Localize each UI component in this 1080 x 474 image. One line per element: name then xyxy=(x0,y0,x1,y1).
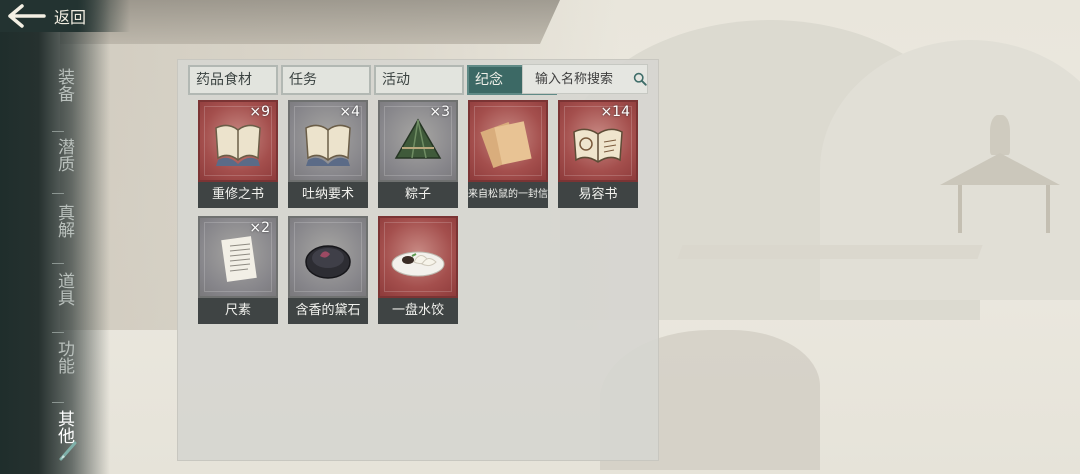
item-name: 尺素 xyxy=(198,298,278,324)
zongzi-icon xyxy=(394,118,442,159)
item-count: ×14 xyxy=(600,104,630,120)
item-slot-chisu-paper[interactable]: ×2 尺素 xyxy=(198,216,278,324)
item-name: 易容书 xyxy=(558,182,638,208)
sidebar-item-label: 真解 xyxy=(54,204,74,238)
tab-medicine-ingredients[interactable]: 药品食材 xyxy=(188,65,278,95)
sidebar-item-label: 功能 xyxy=(54,340,74,374)
item-slot-disguise-book[interactable]: ×14 易容书 xyxy=(558,100,638,208)
brush-icon xyxy=(59,441,77,461)
bridge xyxy=(677,245,983,259)
ink-stone-icon xyxy=(305,245,351,279)
pavilion xyxy=(940,115,1060,235)
sidebar-item-function[interactable]: 功能 xyxy=(42,340,86,374)
open-book-icon xyxy=(215,124,261,166)
back-arrow-icon xyxy=(8,4,46,28)
sidebar-item-other[interactable]: 其他 xyxy=(42,410,86,444)
tab-quest[interactable]: 任务 xyxy=(281,65,371,95)
item-icon-frame: ×2 xyxy=(198,216,278,298)
item-count: ×9 xyxy=(249,104,270,120)
roof xyxy=(60,0,560,44)
search-box xyxy=(522,64,648,94)
item-slot-fragrant-inkstone[interactable]: 含香的黛石 xyxy=(288,216,368,324)
item-icon-frame: ×14 xyxy=(558,100,638,182)
sidebar-item-equipment[interactable]: 装备 xyxy=(42,68,86,102)
item-icon-frame xyxy=(288,216,368,298)
item-count: ×3 xyxy=(429,104,450,120)
search-icon[interactable] xyxy=(633,68,647,90)
item-slot-tuna-manual[interactable]: ×4 吐纳要术 xyxy=(288,100,368,208)
item-icon-frame xyxy=(378,216,458,298)
item-slot-squirrel-letter[interactable]: 来自松鼠的一封信 xyxy=(468,100,548,208)
search-input[interactable] xyxy=(523,70,629,88)
letter-icon xyxy=(480,121,532,168)
back-button[interactable]: 返回 xyxy=(0,0,130,32)
sidebar-item-true-solution[interactable]: 真解 xyxy=(42,204,86,238)
item-name: 来自松鼠的一封信 xyxy=(468,182,548,208)
dumplings-icon xyxy=(391,251,445,277)
item-icon-frame: ×4 xyxy=(288,100,368,182)
divider xyxy=(52,193,64,194)
divider xyxy=(52,131,64,132)
back-label: 返回 xyxy=(54,8,87,27)
item-slot-plate-of-dumplings[interactable]: 一盘水饺 xyxy=(378,216,458,324)
item-slot-zongzi[interactable]: ×3 粽子 xyxy=(378,100,458,208)
paper-icon xyxy=(221,236,257,282)
item-icon-frame: ×3 xyxy=(378,100,458,182)
open-book-icon xyxy=(305,124,351,166)
item-name: 含香的黛石 xyxy=(288,298,368,324)
item-grid: ×9 重修之书 ×4 吐纳要术 ×3 粽子 来自松鼠的一封信 ×14 易容书 ×… xyxy=(198,100,638,324)
sidebar-item-label: 道具 xyxy=(54,272,74,306)
sidebar-item-label: 其他 xyxy=(54,410,74,444)
item-name: 粽子 xyxy=(378,182,458,208)
item-count: ×4 xyxy=(339,104,360,120)
item-name: 重修之书 xyxy=(198,182,278,208)
sidebar-item-label: 装备 xyxy=(54,68,74,102)
item-icon-frame xyxy=(468,100,548,182)
inventory-panel: 药品食材 任务 活动 纪念 ×9 重修之书 xyxy=(177,59,659,461)
divider xyxy=(52,332,64,333)
sidebar-item-label: 潜质 xyxy=(54,138,74,172)
book-icon xyxy=(573,128,623,163)
sidebar-item-props[interactable]: 道具 xyxy=(42,272,86,306)
sidebar-item-potential[interactable]: 潜质 xyxy=(42,138,86,172)
item-icon-frame: ×9 xyxy=(198,100,278,182)
item-name: 吐纳要术 xyxy=(288,182,368,208)
divider xyxy=(52,402,64,403)
item-count: ×2 xyxy=(249,220,270,236)
item-slot-chongxiu-book[interactable]: ×9 重修之书 xyxy=(198,100,278,208)
item-name: 一盘水饺 xyxy=(378,298,458,324)
tab-event[interactable]: 活动 xyxy=(374,65,464,95)
tab-bar: 药品食材 任务 活动 纪念 xyxy=(188,65,557,95)
divider xyxy=(52,263,64,264)
